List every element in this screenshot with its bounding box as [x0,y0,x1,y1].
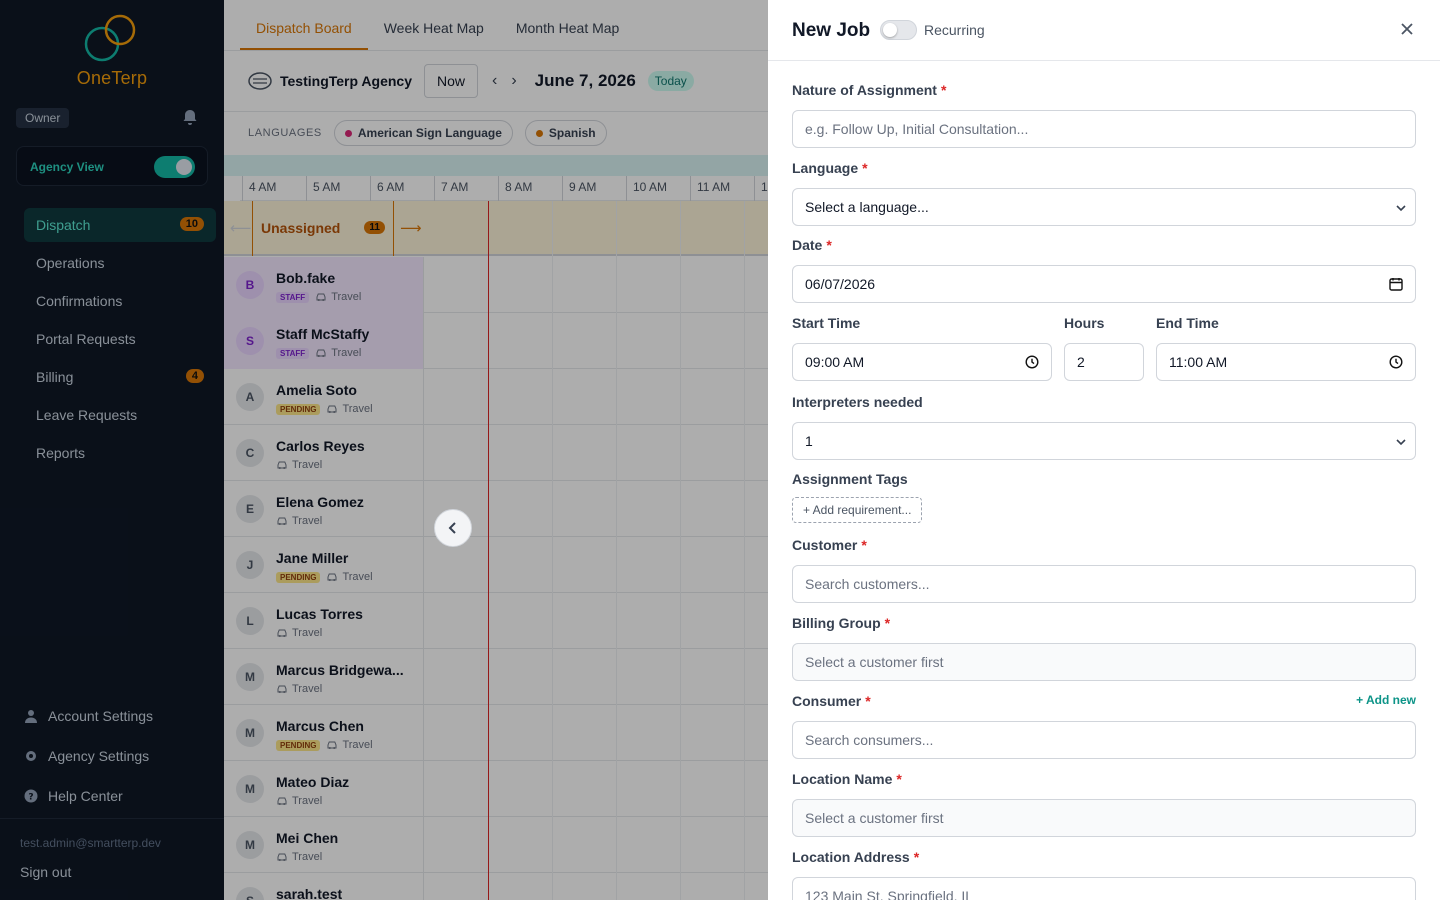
chevron-down-icon [1396,439,1406,446]
select-value: 1 [805,433,813,449]
add-requirement-button[interactable]: + Add requirement... [792,497,923,523]
language-select[interactable]: Select a language... [792,188,1416,226]
assignment-tags-field: Assignment Tags + Add requirement... [792,471,1416,523]
label-text: Customer [792,537,858,553]
required-mark: * [861,537,867,553]
date-input[interactable]: 06/07/2026 [792,265,1416,303]
required-mark: * [896,771,902,787]
consumer-search-input[interactable]: Search consumers... [792,721,1416,759]
clock-icon[interactable] [1389,355,1403,369]
label-text: Billing Group [792,615,881,631]
hours-field: Hours 2 [1064,315,1144,381]
chevron-down-icon [1396,205,1406,212]
field-label: Nature of Assignment * [792,82,1416,102]
field-label: Language * [792,160,1416,180]
interpreters-field: Interpreters needed 1 [792,394,1416,460]
end-time-field: End Time 11:00 AM [1156,315,1416,381]
language-field: Language * Select a language... [792,160,1416,226]
required-mark: * [913,849,920,865]
consumer-field: Consumer * + Add new Search consumers... [792,693,1416,759]
field-label: Billing Group * [792,615,1416,635]
field-label: Location Address * [792,849,1416,869]
location-address-field: Location Address * 123 Main St, Springfie… [792,849,1416,900]
required-mark: * [826,237,832,253]
calendar-icon[interactable] [1389,277,1403,291]
label-text: Date [792,237,823,253]
hours-input[interactable]: 2 [1064,343,1144,381]
date-field: Date * 06/07/2026 [792,237,1416,303]
start-time-field: Start Time 09:00 AM [792,315,1052,381]
collapse-panel-button[interactable] [434,509,472,547]
input-value: 06/07/2026 [805,276,876,292]
input-value: 09:00 AM [805,354,865,370]
field-label: Location Name * [792,771,1416,791]
label-text: End Time [1156,315,1219,331]
billing-group-field: Billing Group * Select a customer first [792,615,1416,681]
required-mark: * [940,82,947,98]
required-mark: * [865,693,871,709]
field-label: End Time [1156,315,1416,335]
input-value: 11:00 AM [1169,354,1228,370]
field-label: Start Time [792,315,1052,335]
required-mark: * [884,615,891,631]
field-label: Consumer * + Add new [792,693,1416,713]
field-label: Hours [1064,315,1144,335]
label-text: Consumer [792,693,862,709]
label-text: Language [792,160,859,176]
interpreters-select[interactable]: 1 [792,422,1416,460]
recurring-toggle[interactable] [880,20,917,40]
label-text: Assignment Tags [792,471,908,487]
end-time-input[interactable]: 11:00 AM [1156,343,1416,381]
location-address-input[interactable]: 123 Main St, Springfield, IL [792,877,1416,900]
field-label: Interpreters needed [792,394,1416,414]
field-label: Customer * [792,537,1416,557]
clock-icon[interactable] [1025,355,1039,369]
start-time-input[interactable]: 09:00 AM [792,343,1052,381]
add-new-consumer-link[interactable]: + Add new [1356,693,1416,707]
recurring-label: Recurring [924,22,985,38]
nature-field: Nature of Assignment * e.g. Follow Up, In… [792,82,1416,148]
location-name-input[interactable]: Select a customer first [792,799,1416,837]
label-text: Location Name [792,771,893,787]
close-icon[interactable] [1398,20,1416,38]
billing-group-input[interactable]: Select a customer first [792,643,1416,681]
modal-backdrop[interactable] [0,0,768,900]
location-name-field: Location Name * Select a customer first [792,771,1416,837]
new-job-panel: New Job Recurring Nature of Assignment * … [768,0,1440,900]
required-mark: * [862,160,868,176]
customer-search-input[interactable]: Search customers... [792,565,1416,603]
select-value: Select a language... [805,199,929,215]
label-text: Start Time [792,315,861,331]
panel-header: New Job Recurring [768,0,1440,61]
label-text: Interpreters needed [792,394,923,410]
panel-title: New Job [792,20,871,41]
label-text: Hours [1064,315,1105,331]
label-text: Location Address [792,849,910,865]
field-label: Date * [792,237,1416,257]
customer-field: Customer * Search customers... [792,537,1416,603]
field-label: Assignment Tags [792,471,1416,491]
label-text: Nature of Assignment [792,82,937,98]
nature-input[interactable]: e.g. Follow Up, Initial Consultation... [792,110,1416,148]
chevron-left-icon [448,522,456,534]
